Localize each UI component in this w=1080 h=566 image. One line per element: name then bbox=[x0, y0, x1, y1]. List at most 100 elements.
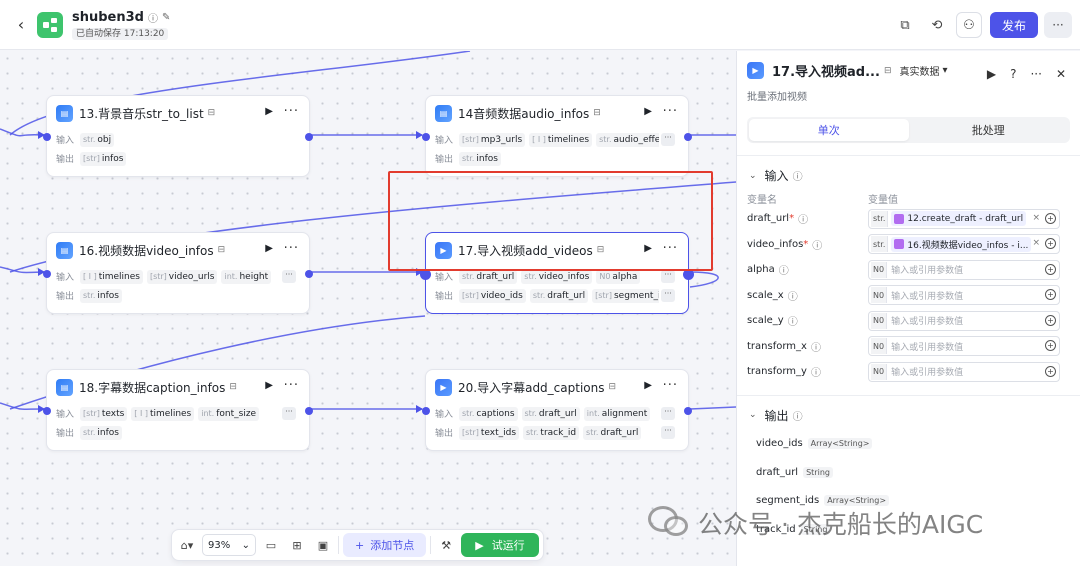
expand-inputs-button[interactable]: ··· bbox=[661, 133, 675, 146]
node-more-icon[interactable]: ··· bbox=[284, 378, 299, 393]
tools-icon[interactable]: ⚒ bbox=[435, 534, 457, 556]
input-port[interactable] bbox=[422, 133, 430, 141]
copy-icon[interactable]: ⧉ bbox=[892, 12, 918, 38]
add-reference-icon[interactable]: + bbox=[1045, 263, 1056, 275]
reference-chip[interactable]: 16.视频数据video_infos - i... bbox=[891, 236, 1032, 252]
add-reference-icon[interactable]: + bbox=[1045, 340, 1056, 352]
input-port[interactable] bbox=[43, 133, 51, 141]
node-18[interactable]: ▤ 18.字幕数据caption_infos ⊟ ▶ ··· 输入 [str] t… bbox=[43, 369, 313, 451]
back-button[interactable]: ‹ bbox=[9, 13, 33, 37]
type-select[interactable]: N0 bbox=[871, 287, 888, 304]
add-reference-icon[interactable]: + bbox=[1045, 289, 1056, 301]
test-run-button[interactable]: ▶ 试运行 bbox=[461, 533, 539, 557]
add-reference-icon[interactable]: + bbox=[1045, 238, 1056, 250]
run-node-icon[interactable]: ▶ bbox=[987, 67, 996, 81]
node-more-icon[interactable]: ··· bbox=[663, 241, 678, 256]
add-node-button[interactable]: + 添加节点 bbox=[343, 533, 427, 557]
param-value-field[interactable]: N0 输入或引用参数值 + bbox=[868, 361, 1060, 382]
info-icon[interactable]: ⓘ bbox=[788, 288, 798, 303]
info-icon[interactable]: ⓘ bbox=[148, 10, 158, 25]
param-value-field[interactable]: N0 输入或引用参数值 + bbox=[868, 336, 1060, 357]
collaborators-icon[interactable]: ⚇ bbox=[955, 12, 982, 38]
type-select[interactable]: N0 bbox=[871, 261, 888, 278]
video-plugin-icon: ▶ bbox=[747, 62, 764, 79]
more-icon[interactable]: ··· bbox=[1044, 12, 1072, 38]
add-reference-icon[interactable]: + bbox=[1045, 365, 1056, 377]
input-port[interactable] bbox=[43, 270, 51, 278]
clear-icon[interactable]: × bbox=[1032, 213, 1040, 223]
run-node-icon[interactable]: ▶ bbox=[644, 380, 652, 391]
close-icon[interactable]: ✕ bbox=[1056, 67, 1066, 81]
expand-outputs-button[interactable]: ··· bbox=[661, 426, 675, 439]
more-icon[interactable]: ··· bbox=[1030, 67, 1041, 81]
node-17[interactable]: ▶ 17.导入视频add_videos ⊟ ▶ ··· 输入 str. draft… bbox=[420, 232, 694, 314]
expand-outputs-button[interactable]: ··· bbox=[661, 289, 675, 302]
output-port[interactable] bbox=[683, 269, 694, 280]
type-select[interactable]: str. bbox=[871, 236, 889, 253]
output-section-header[interactable]: ⌄ 输出 ⓘ bbox=[737, 396, 1080, 424]
publish-button[interactable]: 发布 bbox=[989, 12, 1038, 38]
input-port[interactable] bbox=[420, 269, 431, 280]
edit-icon[interactable]: ✎ bbox=[162, 12, 170, 23]
run-node-icon[interactable]: ▶ bbox=[265, 380, 273, 391]
output-tag: [str]segment_ids bbox=[592, 288, 659, 303]
node-more-icon[interactable]: ··· bbox=[663, 104, 678, 119]
output-port[interactable] bbox=[305, 133, 313, 141]
tab-batch[interactable]: 批处理 bbox=[909, 119, 1069, 141]
mouse-mode-icon[interactable]: ⌂▾ bbox=[176, 534, 198, 556]
run-node-icon[interactable]: ▶ bbox=[265, 243, 273, 254]
tab-single[interactable]: 单次 bbox=[749, 119, 909, 141]
input-section-header[interactable]: ⌄ 输入 ⓘ bbox=[737, 156, 1080, 184]
output-port[interactable] bbox=[305, 270, 313, 278]
output-port[interactable] bbox=[684, 407, 692, 415]
workflow-canvas[interactable]: ▤ 13.背景音乐str_to_list ⊟ ▶ ··· 输入 str. obj … bbox=[0, 51, 736, 566]
expand-inputs-button[interactable]: ··· bbox=[661, 407, 675, 420]
info-icon[interactable]: ⓘ bbox=[793, 408, 803, 423]
node-more-icon[interactable]: ··· bbox=[284, 241, 299, 256]
node-16[interactable]: ▤ 16.视频数据video_infos ⊟ ▶ ··· 输入 [ I ] tim… bbox=[43, 232, 313, 314]
expand-inputs-button[interactable]: ··· bbox=[282, 407, 296, 420]
data-mode-select[interactable]: 真实数据 ▾ bbox=[899, 63, 947, 78]
type-select[interactable]: N0 bbox=[871, 363, 888, 380]
param-value-field[interactable]: str. 12.create_draft - draft_url × + bbox=[868, 208, 1060, 229]
input-port[interactable] bbox=[422, 407, 430, 415]
run-node-icon[interactable]: ▶ bbox=[644, 106, 652, 117]
node-more-icon[interactable]: ··· bbox=[663, 378, 678, 393]
input-port[interactable] bbox=[43, 407, 51, 415]
info-icon[interactable]: ⓘ bbox=[788, 313, 798, 328]
output-port[interactable] bbox=[684, 133, 692, 141]
info-icon[interactable]: ⓘ bbox=[798, 211, 808, 226]
history-icon[interactable]: ⟲ bbox=[924, 12, 950, 38]
minimap-icon[interactable]: ▣ bbox=[312, 534, 334, 556]
param-value-field[interactable]: N0 输入或引用参数值 + bbox=[868, 285, 1060, 306]
param-value-field[interactable]: N0 输入或引用参数值 + bbox=[868, 259, 1060, 280]
info-icon[interactable]: ⓘ bbox=[811, 364, 821, 379]
expand-inputs-button[interactable]: ··· bbox=[282, 270, 296, 283]
reference-chip[interactable]: 12.create_draft - draft_url bbox=[891, 211, 1027, 227]
info-icon[interactable]: ⓘ bbox=[793, 168, 803, 183]
node-14[interactable]: ▤ 14音频数据audio_infos ⊟ ▶ ··· 输入 [str] mp3_… bbox=[422, 95, 692, 177]
type-select[interactable]: N0 bbox=[871, 338, 888, 355]
layout-icon[interactable]: ⊞ bbox=[286, 534, 308, 556]
zoom-select[interactable]: 93% ⌄ bbox=[202, 534, 256, 556]
info-icon[interactable]: ⓘ bbox=[812, 237, 822, 252]
clear-icon[interactable]: × bbox=[1032, 238, 1040, 248]
node-more-icon[interactable]: ··· bbox=[284, 104, 299, 119]
type-select[interactable]: N0 bbox=[871, 312, 888, 329]
add-reference-icon[interactable]: + bbox=[1045, 314, 1056, 326]
expand-inputs-button[interactable]: ··· bbox=[661, 270, 675, 283]
comment-icon[interactable]: ▭ bbox=[260, 534, 282, 556]
info-icon[interactable]: ⓘ bbox=[811, 339, 821, 354]
run-node-icon[interactable]: ▶ bbox=[644, 243, 652, 254]
param-value-field[interactable]: str. 16.视频数据video_infos - i... × + bbox=[868, 234, 1060, 255]
run-node-icon[interactable]: ▶ bbox=[265, 106, 273, 117]
help-icon[interactable]: ? bbox=[1010, 67, 1016, 81]
type-select[interactable]: str. bbox=[871, 210, 889, 227]
node-20[interactable]: ▶ 20.导入字幕add_captions ⊟ ▶ ··· 输入 str. cap… bbox=[422, 369, 692, 451]
output-name: video_ids bbox=[756, 438, 803, 450]
param-value-field[interactable]: N0 输入或引用参数值 + bbox=[868, 310, 1060, 331]
node-13[interactable]: ▤ 13.背景音乐str_to_list ⊟ ▶ ··· 输入 str. obj … bbox=[43, 95, 313, 177]
info-icon[interactable]: ⓘ bbox=[779, 262, 789, 277]
add-reference-icon[interactable]: + bbox=[1045, 212, 1056, 224]
output-port[interactable] bbox=[305, 407, 313, 415]
